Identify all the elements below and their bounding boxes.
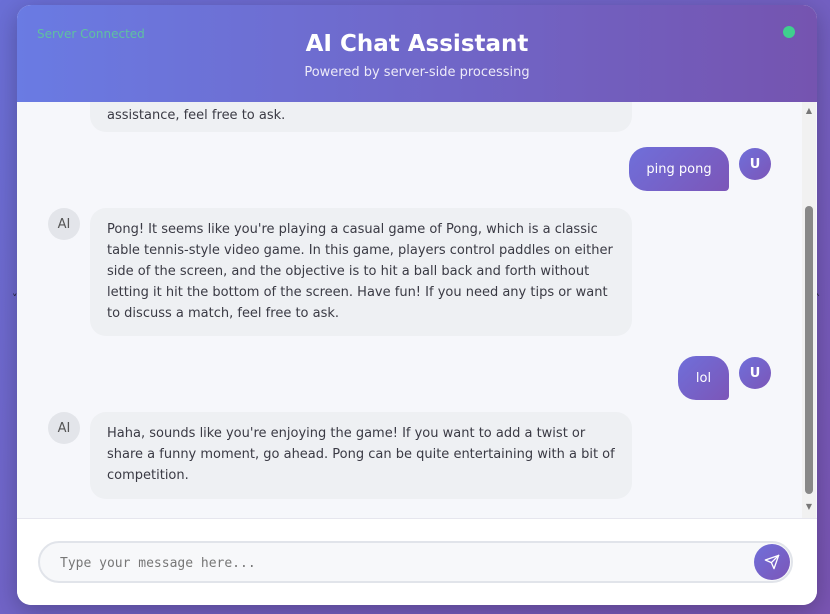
send-button[interactable] <box>754 544 790 580</box>
chat-window: Server Connected AI Chat Assistant Power… <box>17 5 817 605</box>
user-avatar: U <box>739 357 771 389</box>
message-text: assistance, feel free to ask. <box>107 108 286 123</box>
send-icon <box>764 554 780 570</box>
message-text: ping pong <box>646 161 712 177</box>
message-scrollbar[interactable]: ▲ ▼ <box>802 102 816 518</box>
user-avatar: U <box>739 148 771 180</box>
message-input[interactable] <box>58 543 742 583</box>
scroll-up-arrow-icon[interactable]: ▲ <box>804 106 814 115</box>
ai-avatar: AI <box>48 412 80 444</box>
message-text: Pong! It seems like you're playing a cas… <box>107 222 613 321</box>
scroll-down-arrow-icon[interactable]: ▼ <box>804 502 814 511</box>
ai-message-bubble: Pong! It seems like you're playing a cas… <box>90 208 632 336</box>
page-title: AI Chat Assistant <box>305 31 529 57</box>
chat-header: Server Connected AI Chat Assistant Power… <box>17 5 817 103</box>
message-text: Haha, sounds like you're enjoying the ga… <box>107 426 615 483</box>
page-subtitle: Powered by server-side processing <box>304 65 530 80</box>
scroll-thumb[interactable] <box>805 206 813 494</box>
message-input-container <box>38 541 793 583</box>
ai-avatar: AI <box>48 208 80 240</box>
message-list[interactable]: assistance, feel free to ask. ping pong … <box>17 102 817 518</box>
ai-message-bubble: Haha, sounds like you're enjoying the ga… <box>90 412 632 499</box>
message-text: lol <box>695 370 712 386</box>
message-composer <box>17 518 817 605</box>
user-message-bubble: ping pong <box>629 147 729 191</box>
ai-message-bubble: assistance, feel free to ask. <box>90 102 632 132</box>
user-message-bubble: lol <box>678 356 729 400</box>
